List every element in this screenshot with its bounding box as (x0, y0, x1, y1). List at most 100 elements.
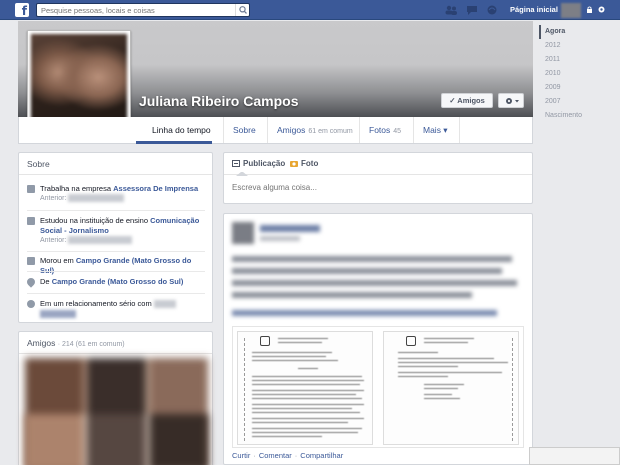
about-education: Estudou na instituição de ensino Comunic… (27, 216, 207, 246)
post-text-line (232, 268, 502, 274)
work-company-link[interactable]: Assessora De Imprensa (113, 184, 198, 193)
comment-link[interactable]: Comentar (259, 451, 292, 460)
divider (27, 271, 205, 272)
friend-requests-icon[interactable] (445, 5, 457, 15)
study-prefix: Estudou na instituição de ensino (40, 216, 148, 225)
location-pin-icon (25, 276, 37, 288)
tab-spacer (459, 117, 533, 143)
post-text-line (232, 280, 517, 286)
search-input[interactable] (37, 4, 233, 16)
home-link[interactable]: Página inicial (510, 5, 558, 14)
tab-timeline-label: Linha do tempo (152, 125, 211, 135)
timeline-years-nav: Agora 2012 2011 2010 2009 2007 Nasciment… (539, 25, 619, 123)
privacy-lock-icon[interactable] (586, 6, 593, 13)
friends-count: · 214 (61 em comum) (57, 341, 125, 348)
tab-more-label: Mais ▾ (423, 125, 448, 135)
year-item[interactable]: Agora (539, 25, 619, 39)
composer-photo-label: Foto (301, 159, 319, 168)
friends-card: Amigos · 214 (61 em comum) (18, 331, 213, 465)
tab-photos[interactable]: Fotos 45 (359, 117, 413, 143)
post-text-line (232, 292, 472, 298)
graduation-cap-icon (27, 217, 35, 225)
profile-name[interactable]: Juliana Ribeiro Campos (139, 93, 298, 109)
post-author-avatar[interactable] (232, 222, 254, 244)
document-page[interactable] (383, 331, 519, 445)
relationship-text: Em um relacionamento sério com (40, 299, 152, 308)
about-relationship: Em um relacionamento sério com (27, 299, 207, 319)
chat-sidebar-toggle[interactable] (529, 447, 620, 465)
friends-title[interactable]: Amigos (27, 338, 55, 348)
user-avatar[interactable] (561, 3, 581, 18)
tab-about-label: Sobre (233, 125, 256, 135)
redacted-text (68, 194, 125, 203)
document-page[interactable] (237, 331, 373, 445)
about-from: De Campo Grande (Mato Grosso do Sul) (25, 276, 207, 288)
tab-more[interactable]: Mais ▾ (413, 117, 459, 143)
gear-dropdown-icon (506, 98, 519, 104)
heart-icon (27, 300, 35, 308)
seal-icon (260, 336, 270, 346)
tab-friends-count: 61 em comum (308, 128, 353, 135)
study-previous: Anterior: (40, 237, 67, 244)
tab-photos-count: 45 (393, 128, 402, 135)
composer-active-caret (236, 172, 248, 176)
like-link[interactable]: Curtir (232, 451, 250, 460)
redacted-text (153, 300, 176, 309)
redacted-partner-name[interactable] (40, 310, 76, 319)
work-previous: Anterior: (40, 195, 67, 202)
redacted-text (68, 236, 133, 245)
messages-icon[interactable] (466, 5, 478, 15)
camera-icon (290, 161, 298, 167)
lived-prefix: Morou em (40, 256, 74, 265)
about-title[interactable]: Sobre (19, 153, 212, 175)
tab-about[interactable]: Sobre (223, 117, 268, 143)
year-item[interactable]: 2010 (539, 67, 619, 81)
tab-friends[interactable]: Amigos 61 em comum (267, 117, 359, 143)
about-work: Trabalha na empresa Assessora De Imprens… (27, 184, 207, 204)
year-item[interactable]: Nascimento (539, 109, 619, 123)
tab-timeline[interactable]: Linha do tempo (143, 117, 232, 143)
from-prefix: De (40, 277, 50, 286)
profile-photo (31, 34, 127, 130)
profile-settings-button[interactable] (498, 93, 524, 108)
post-composer: Publicação Foto (223, 152, 533, 204)
post-actions: Curtir · Comentar · Compartilhar (232, 451, 344, 460)
post-author-name[interactable] (260, 225, 320, 232)
home-icon (27, 257, 35, 265)
divider (27, 210, 205, 211)
friends-header: Amigos · 214 (61 em comum) (19, 332, 212, 354)
top-bar: f Página inicial (0, 0, 620, 20)
year-item[interactable]: 2009 (539, 81, 619, 95)
seal-icon (406, 336, 416, 346)
timeline-post: Curtir · Comentar · Compartilhar (223, 213, 533, 465)
composer-tabs: Publicação Foto (224, 153, 532, 176)
search-box[interactable] (36, 3, 250, 17)
year-item[interactable]: 2007 (539, 95, 619, 109)
friends-button[interactable]: ✓ Amigos (441, 93, 493, 108)
facebook-logo[interactable]: f (15, 3, 29, 17)
divider (27, 293, 205, 294)
post-link-line[interactable] (232, 310, 497, 316)
pencil-icon (232, 160, 240, 167)
share-link[interactable]: Compartilhar (300, 451, 343, 460)
about-card: Sobre Trabalha na empresa Assessora De I… (18, 152, 213, 323)
account-gear-icon[interactable] (597, 5, 606, 14)
active-tab-indicator (136, 141, 212, 144)
notifications-icon[interactable] (486, 5, 498, 15)
profile-tabs: Linha do tempo Sobre Amigos 61 em comum F… (18, 117, 533, 144)
about-lived: Morou em Campo Grande (Mato Grosso do Su… (27, 256, 207, 276)
composer-tab-photo[interactable]: Foto (290, 153, 318, 175)
briefcase-icon (27, 185, 35, 193)
tab-friends-label: Amigos (277, 125, 306, 135)
friends-photo-grid-row[interactable] (25, 414, 208, 465)
year-item[interactable]: 2011 (539, 53, 619, 67)
post-attached-documents[interactable] (232, 326, 524, 448)
search-icon (239, 6, 247, 14)
from-city-link[interactable]: Campo Grande (Mato Grosso do Sul) (52, 277, 184, 286)
search-button[interactable] (235, 4, 249, 16)
year-item[interactable]: 2012 (539, 39, 619, 53)
post-timestamp[interactable] (260, 236, 300, 241)
tab-photos-label: Fotos (369, 125, 391, 135)
composer-input[interactable] (232, 183, 522, 192)
divider (27, 251, 205, 252)
